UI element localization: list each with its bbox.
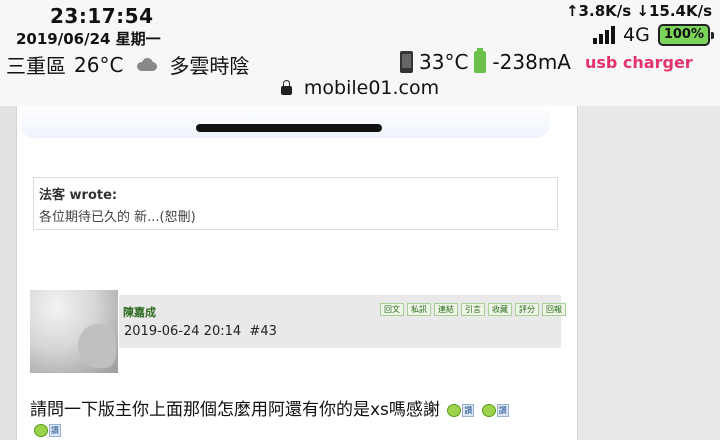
upload-speed: ↑3.8K/s	[565, 2, 632, 20]
left-gutter	[0, 106, 17, 440]
date: 2019/06/24 星期一	[16, 30, 161, 48]
battery-indicator: 100%	[657, 24, 715, 46]
emoji-row: 讚	[32, 419, 61, 439]
weather-description: 多雲時陰	[169, 54, 250, 78]
post-timestamp: 2019-06-24 20:14	[124, 324, 242, 339]
avatar[interactable]	[30, 290, 118, 373]
battery-current: -238mA	[492, 50, 571, 74]
post-content: 請問一下版主你上面那個怎麼用阿還有你的是xs嗎感謝 讚 讚	[30, 395, 509, 420]
post-username[interactable]: 陳嘉成	[123, 304, 156, 320]
network-speed: ↑3.8K/s ↓15.4K/s	[566, 2, 712, 20]
clock: 23:17:54	[50, 4, 154, 28]
report-button[interactable]: 回報	[542, 303, 566, 316]
battery-icon	[474, 48, 487, 73]
post-number[interactable]: #43	[249, 324, 276, 339]
cloud-icon	[135, 58, 158, 71]
link-button[interactable]: 連結	[434, 303, 458, 316]
phone-icon	[400, 51, 413, 73]
post-meta: 2019-06-24 20:14 #43	[124, 324, 277, 339]
location: 三重區	[6, 54, 66, 78]
lock-icon	[280, 80, 292, 95]
previous-post-tail	[20, 106, 550, 138]
right-sidebar	[577, 106, 720, 440]
rate-button[interactable]: 評分	[515, 303, 539, 316]
like-emoji-icon: 讚	[447, 400, 475, 420]
signal-icon	[593, 26, 616, 44]
quote-button[interactable]: 引言	[461, 303, 485, 316]
address-bar[interactable]: mobile01.com	[0, 77, 720, 99]
post-actions: 回文 私訊 連結 引言 收藏 評分 回報	[380, 303, 566, 316]
post-text: 請問一下版主你上面那個怎麼用阿還有你的是xs嗎感謝	[30, 400, 440, 420]
status-bar: 23:17:54 2019/06/24 星期一 三重區 26°C 多雲時陰 ↑3…	[0, 0, 720, 106]
reply-button[interactable]: 回文	[380, 303, 404, 316]
weather-info: 三重區 26°C 多雲時陰	[6, 50, 249, 79]
like-emoji-icon: 讚	[481, 400, 509, 420]
bookmark-button[interactable]: 收藏	[488, 303, 512, 316]
quote-box: 法客 wrote: 各位期待已久的 新...(恕刪)	[33, 177, 558, 230]
device-temperature: 33°C	[419, 50, 469, 74]
network-type: 4G	[623, 24, 650, 46]
temperature: 26°C	[74, 52, 124, 77]
quote-author: 法客 wrote:	[39, 188, 118, 203]
charger-status: usb charger	[584, 52, 693, 72]
device-info: 33°C -238mA usb charger	[400, 48, 693, 74]
like-emoji-icon: 讚	[34, 420, 61, 439]
url-text: mobile01.com	[303, 77, 440, 99]
network-status: 4G 100%	[593, 24, 715, 46]
message-button[interactable]: 私訊	[407, 303, 431, 316]
quote-text: 各位期待已久的 新...(恕刪)	[39, 210, 196, 225]
download-speed: ↓15.4K/s	[636, 2, 712, 20]
scroll-handle[interactable]	[196, 124, 382, 132]
